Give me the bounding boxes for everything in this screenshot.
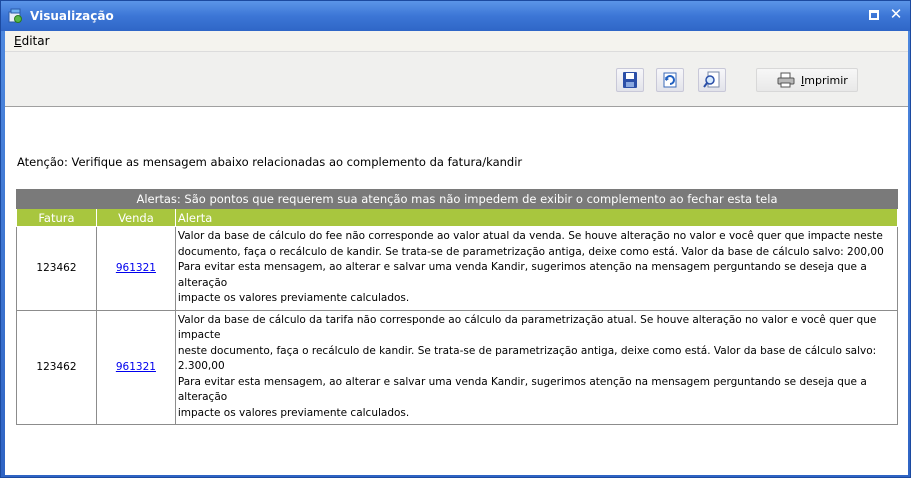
venda-cell: 961321: [95, 226, 176, 311]
alerta-line: neste documento, faça o recálculo de kan…: [177, 344, 877, 373]
alerta-line: Para evitar esta mensagem, ao alterar e …: [177, 375, 867, 404]
alerta-cell: Valor da base de cálculo da tarifa não c…: [174, 309, 899, 425]
venda-cell: 961321: [95, 309, 176, 425]
save-button[interactable]: [616, 68, 644, 92]
notice-text: Atenção: Verifique as mensagem abaixo re…: [17, 155, 523, 169]
alerts-table: Alertas: São pontos que requerem sua ate…: [16, 189, 899, 425]
refresh-icon: [663, 72, 677, 88]
app-icon: [6, 7, 24, 25]
menu-item-label: Editar: [14, 34, 50, 48]
close-icon: ✕: [889, 5, 903, 23]
refresh-button[interactable]: [656, 68, 684, 92]
zoom-icon: [703, 71, 720, 88]
maximize-button[interactable]: [866, 7, 882, 23]
alerts-banner: Alertas: São pontos que requerem sua ate…: [16, 189, 898, 209]
alerta-line: impacte os valores previamente calculado…: [177, 406, 410, 419]
print-button[interactable]: Imprimir: [756, 68, 858, 92]
fatura-cell: 123462: [16, 309, 97, 425]
window-title: Visualização: [30, 9, 114, 23]
column-header-fatura: Fatura: [16, 208, 97, 227]
alerta-line: Valor da base de cálculo da tarifa não c…: [177, 313, 877, 342]
zoom-button[interactable]: [698, 68, 726, 92]
venda-link[interactable]: 961321: [116, 262, 156, 274]
maximize-icon: [869, 10, 879, 20]
column-header-venda: Venda: [95, 208, 176, 227]
menu-bar: Editar: [5, 31, 908, 52]
printer-icon: [777, 72, 795, 88]
column-header-alerta: Alerta: [174, 208, 899, 227]
alerta-line: documento, faça o recálculo de kandir. S…: [177, 245, 884, 258]
alerta-cell: Valor da base de cálculo do fee não corr…: [174, 226, 899, 311]
alerta-line: Para evitar esta mensagem, ao alterar e …: [177, 261, 867, 289]
venda-link[interactable]: 961321: [116, 361, 156, 373]
fatura-cell: 123462: [16, 226, 97, 311]
table-row: 123462 961321 Valor da base de cálculo d…: [16, 226, 899, 311]
save-icon: [623, 72, 637, 88]
table-row: 123462 961321 Valor da base de cálculo d…: [16, 309, 899, 425]
preview-window: Visualização ✕ Editar Imprimir Atenção: …: [0, 0, 911, 478]
client-area: Editar Imprimir Atenção: Verifique as me…: [5, 31, 908, 475]
close-button[interactable]: ✕: [888, 7, 904, 23]
menu-item-editar[interactable]: Editar: [14, 34, 50, 48]
title-bar[interactable]: Visualização ✕: [1, 1, 910, 31]
alerta-line: Valor da base de cálculo do fee não corr…: [177, 230, 883, 242]
toolbar: Imprimir: [5, 52, 908, 107]
alerta-line: impacte os valores previamente calculado…: [177, 292, 410, 304]
print-label: Imprimir: [801, 73, 848, 87]
content-area: Atenção: Verifique as mensagem abaixo re…: [5, 108, 908, 475]
